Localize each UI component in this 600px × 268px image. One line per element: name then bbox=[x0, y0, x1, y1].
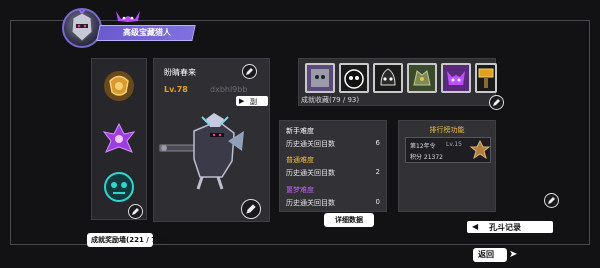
devil-horns-icon bbox=[113, 8, 143, 22]
details-button[interactable]: 详细数据 bbox=[324, 213, 374, 227]
collection-label: 成就收藏(79 / 93) bbox=[301, 96, 360, 104]
back-triangle-icon: ◀ bbox=[472, 222, 479, 231]
panda-icon bbox=[344, 69, 364, 89]
title-avatar bbox=[62, 7, 102, 48]
character-sprite bbox=[158, 111, 248, 191]
edit-character-button[interactable] bbox=[241, 199, 261, 219]
achievement-icons-panel bbox=[91, 58, 147, 220]
back-arrow-icon: ➤ bbox=[509, 249, 518, 260]
frame-left-line bbox=[10, 20, 11, 245]
leaderboard-panel: 排行榜功能 第12年令 Lv.15 积分 21372 bbox=[398, 120, 496, 212]
stats-normal-value: 2 bbox=[375, 168, 380, 176]
leaderboard-card[interactable]: 第12年令 Lv.15 积分 21372 bbox=[405, 137, 491, 163]
stats-normal-label: 历史通关回目数 bbox=[286, 169, 335, 177]
pencil-icon bbox=[493, 99, 500, 106]
play-triangle-icon: ▶ bbox=[239, 97, 245, 105]
battle-log-button[interactable]: ◀ 孔斗记录 bbox=[467, 221, 553, 233]
stats-hard-label: 历史通关回目数 bbox=[286, 140, 335, 148]
knight-helmet-icon bbox=[71, 7, 93, 42]
player-uid: dxbhl9bb bbox=[210, 85, 248, 94]
stats-nightmare-row: 历史通关回目数 0 bbox=[286, 198, 380, 208]
collection-panel: 成就收藏(79 / 93) bbox=[298, 58, 497, 106]
edit-collection-button[interactable] bbox=[489, 95, 504, 110]
pencil-icon bbox=[246, 204, 256, 214]
stats-normal-row: 历史通关回目数 2 bbox=[286, 168, 380, 178]
page-title: 高级宝藏猎人 bbox=[123, 28, 171, 37]
collection-slot-1[interactable] bbox=[305, 63, 335, 93]
collection-slot-6[interactable] bbox=[475, 63, 497, 93]
battle-log-label: 孔斗记录 bbox=[489, 223, 521, 232]
leaderboard-rank-label: 第12年令 bbox=[410, 143, 436, 150]
skull-frame-icon bbox=[311, 69, 329, 87]
stats-hard-title: 新手难度 bbox=[286, 127, 314, 135]
golden-trophy-icon[interactable] bbox=[101, 68, 137, 104]
dragon-icon bbox=[413, 70, 431, 86]
profile-toggle-label: 副 bbox=[250, 98, 257, 106]
profile-toggle-button[interactable]: ▶ 副 bbox=[236, 96, 268, 106]
golden-hammer-icon bbox=[478, 68, 494, 88]
stats-hard-row: 历史通关回目数 6 bbox=[286, 139, 380, 149]
fire-slime-icon bbox=[380, 68, 396, 86]
stats-nightmare-label: 历史通关回目数 bbox=[286, 199, 335, 207]
collection-slot-2[interactable] bbox=[339, 63, 369, 93]
stats-hard-value: 6 bbox=[375, 139, 380, 147]
collection-slot-5[interactable] bbox=[441, 63, 471, 93]
stats-panel: 新手难度 历史通关回目数 6 普通难度 历史通关回目数 2 噩梦难度 历史通关回… bbox=[279, 120, 387, 212]
stats-nightmare-value: 0 bbox=[375, 198, 380, 206]
pencil-icon bbox=[548, 197, 555, 204]
pencil-icon bbox=[132, 208, 139, 215]
badge-wall-label[interactable]: 成就奖励墙(221 / 781) bbox=[87, 233, 169, 247]
leaderboard-score: 积分 21372 bbox=[410, 154, 443, 161]
bronze-medal-icon bbox=[469, 139, 491, 160]
edit-leaderboard-button[interactable] bbox=[544, 193, 559, 208]
pencil-icon bbox=[246, 68, 253, 75]
stats-normal-title: 普通难度 bbox=[286, 156, 314, 164]
edit-name-button[interactable] bbox=[242, 64, 257, 79]
teal-skull-icon[interactable] bbox=[101, 169, 137, 205]
back-label: 返回 bbox=[478, 250, 494, 259]
leaderboard-rank-level: Lv.15 bbox=[446, 141, 462, 148]
profile-panel: 盼睛春来 Lv.78 dxbhl9bb ▶ 副 bbox=[153, 58, 270, 222]
stats-nightmare-title: 噩梦难度 bbox=[286, 186, 314, 194]
frame-right-line bbox=[589, 20, 590, 245]
player-level: Lv.78 bbox=[164, 85, 188, 94]
collection-slot-3[interactable] bbox=[373, 63, 403, 93]
horned-mask-icon bbox=[447, 71, 465, 85]
purple-crystal-icon[interactable] bbox=[101, 121, 137, 157]
player-name: 盼睛春来 bbox=[164, 68, 196, 77]
collection-slot-4[interactable] bbox=[407, 63, 437, 93]
edit-achievements-button[interactable] bbox=[128, 204, 143, 219]
back-button[interactable]: 返回 bbox=[473, 248, 507, 262]
leaderboard-title: 排行榜功能 bbox=[429, 126, 465, 134]
